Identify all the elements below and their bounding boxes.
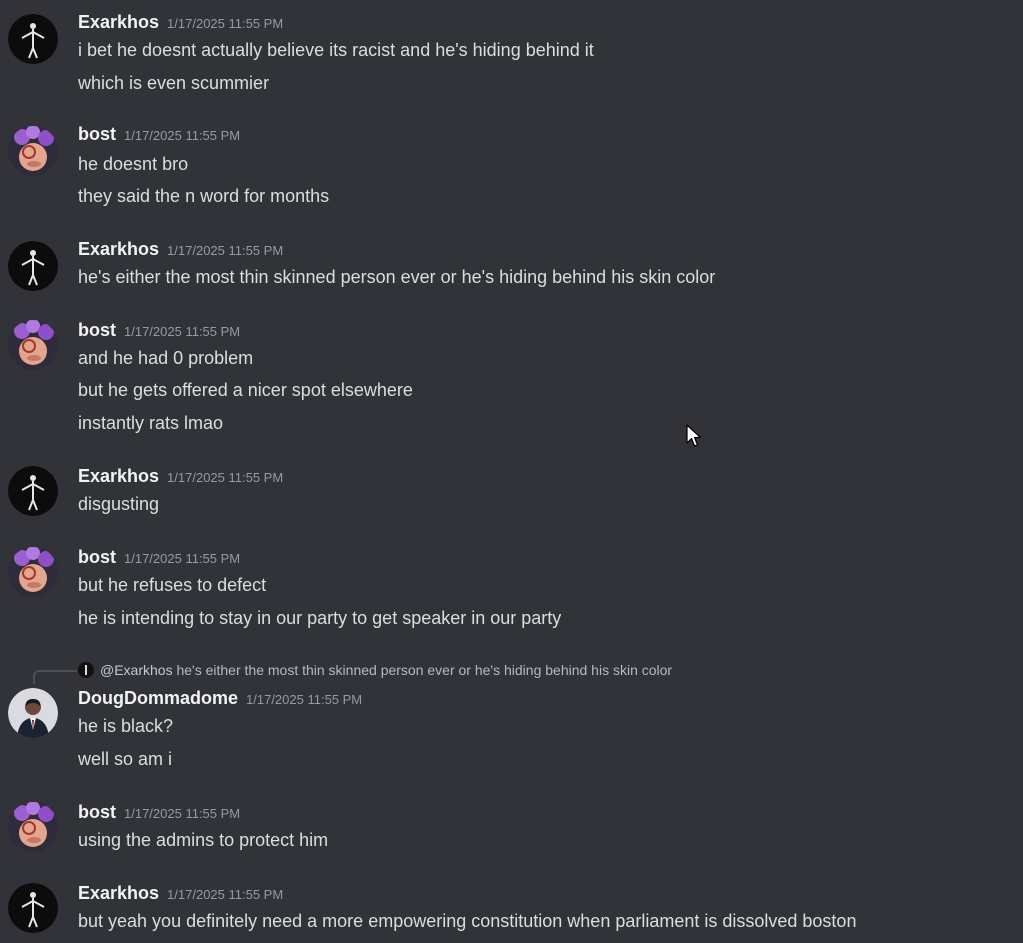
avatar[interactable] (8, 547, 58, 597)
timestamp: 1/17/2025 11:55 PM (124, 551, 241, 566)
avatar[interactable] (8, 14, 58, 64)
username[interactable]: Exarkhos (78, 12, 159, 32)
avatar[interactable] (8, 466, 58, 516)
message-text: but yeah you definitely need a more empo… (78, 911, 857, 931)
reply-text: he's either the most thin skinned person… (176, 662, 673, 678)
message-header: Exarkhos 1/17/2025 11:55 PM (78, 883, 283, 904)
reply-mention[interactable]: @Exarkhos (100, 662, 173, 678)
avatar-exarkhos-icon (8, 883, 58, 933)
timestamp: 1/17/2025 11:55 PM (167, 243, 284, 258)
avatar-bost-icon (8, 126, 58, 176)
message-text: disgusting (78, 494, 160, 514)
timestamp: 1/17/2025 11:55 PM (246, 692, 363, 707)
message-text: i bet he doesnt actually believe its rac… (78, 40, 594, 60)
message-text: well so am i (78, 749, 173, 769)
avatar-exarkhos-icon (8, 14, 58, 64)
username[interactable]: bost (78, 547, 116, 567)
message-header: Exarkhos 1/17/2025 11:55 PM (78, 12, 283, 33)
avatar-bost-icon (8, 802, 58, 852)
message-text: using the admins to protect him (78, 830, 329, 850)
message-text: he is intending to stay in our party to … (78, 608, 562, 628)
message-header: Exarkhos 1/17/2025 11:55 PM (78, 239, 283, 260)
timestamp: 1/17/2025 11:55 PM (124, 128, 241, 143)
message-text: which is even scummier (78, 73, 270, 93)
avatar-exarkhos-icon (8, 466, 58, 516)
username[interactable]: bost (78, 802, 116, 822)
username[interactable]: Exarkhos (78, 466, 159, 486)
avatar[interactable] (8, 688, 58, 738)
message-text: they said the n word for months (78, 186, 330, 206)
message-header: bost 1/17/2025 11:55 PM (78, 547, 240, 568)
username[interactable]: Exarkhos (78, 239, 159, 259)
timestamp: 1/17/2025 11:55 PM (167, 887, 284, 902)
message-header: bost 1/17/2025 11:55 PM (78, 124, 240, 145)
reply-preview[interactable]: @Exarkhos he's either the most thin skin… (78, 662, 672, 678)
message-header: DougDommadome 1/17/2025 11:55 PM (78, 688, 362, 709)
username[interactable]: bost (78, 124, 116, 144)
timestamp: 1/17/2025 11:55 PM (124, 806, 241, 821)
timestamp: 1/17/2025 11:55 PM (167, 470, 284, 485)
reply-avatar-icon (78, 662, 94, 678)
message-header: bost 1/17/2025 11:55 PM (78, 320, 240, 341)
avatar[interactable] (8, 320, 58, 370)
username[interactable]: Exarkhos (78, 883, 159, 903)
message-header: bost 1/17/2025 11:55 PM (78, 802, 240, 823)
message-header: Exarkhos 1/17/2025 11:55 PM (78, 466, 283, 487)
message-text: he doesnt bro (78, 154, 189, 174)
message-text: but he gets offered a nicer spot elsewhe… (78, 380, 413, 400)
timestamp: 1/17/2025 11:55 PM (167, 16, 284, 31)
message-text: and he had 0 problem (78, 348, 254, 368)
message-text: he is black? (78, 716, 174, 736)
message-text: he's either the most thin skinned person… (78, 267, 716, 287)
avatar[interactable] (8, 241, 58, 291)
mouse-pointer-icon (686, 424, 702, 447)
username[interactable]: DougDommadome (78, 688, 238, 708)
reply-spine (33, 670, 77, 684)
avatar[interactable] (8, 802, 58, 852)
avatar[interactable] (8, 126, 58, 176)
avatar-dougdommadome-icon (8, 688, 58, 738)
avatar[interactable] (8, 883, 58, 933)
timestamp: 1/17/2025 11:55 PM (124, 324, 241, 339)
avatar-exarkhos-icon (8, 241, 58, 291)
message-text: but he refuses to defect (78, 575, 267, 595)
avatar-bost-icon (8, 547, 58, 597)
username[interactable]: bost (78, 320, 116, 340)
avatar-bost-icon (8, 320, 58, 370)
message-text: instantly rats lmao (78, 413, 224, 433)
